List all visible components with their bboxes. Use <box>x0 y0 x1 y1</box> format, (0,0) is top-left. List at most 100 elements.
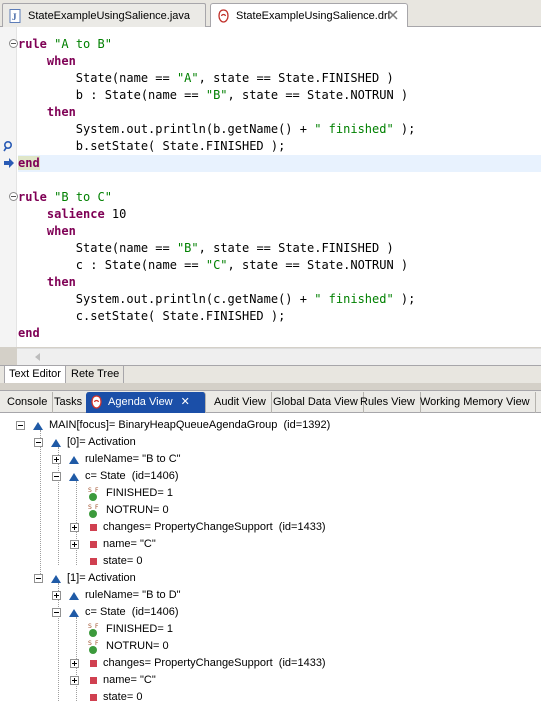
editor-page-tabs: Text Editor Rete Tree <box>0 365 541 384</box>
node-label: ruleName= "B to D" <box>85 589 181 601</box>
static-final-field-icon: SF <box>88 504 99 518</box>
code-line: b : State(name == "B", state == State.NO… <box>75 88 409 102</box>
code-line: b.setState( State.FINISHED ); <box>75 139 286 153</box>
node-label: NOTRUN= 0 <box>106 640 169 652</box>
node-label: c= State (id=1406) <box>85 606 179 618</box>
tab-drl-label: StateExampleUsingSalience.drl <box>236 9 391 22</box>
tree-node-statefield[interactable]: state= 0 <box>90 689 142 706</box>
collapse-toggle[interactable] <box>16 421 25 430</box>
private-field-icon <box>90 541 97 548</box>
node-label: changes= PropertyChangeSupport (id=1433) <box>103 657 326 669</box>
tree-node-state[interactable]: c= State (id=1406) <box>52 468 179 485</box>
java-file-icon: J <box>9 8 21 23</box>
activation-icon <box>51 574 61 583</box>
expand-toggle[interactable] <box>70 676 79 685</box>
tab-tasks[interactable]: Tasks <box>49 392 89 413</box>
expand-toggle[interactable] <box>52 591 61 600</box>
field-icon <box>69 455 79 464</box>
fold-toggle[interactable] <box>9 39 18 48</box>
tree-node-state[interactable]: c= State (id=1406) <box>52 604 179 621</box>
tree-node-changes[interactable]: changes= PropertyChangeSupport (id=1433) <box>70 655 326 672</box>
private-field-icon <box>90 558 97 565</box>
svg-text:F: F <box>95 487 99 494</box>
static-final-field-icon: SF <box>88 487 99 501</box>
node-label: name= "C" <box>103 674 156 686</box>
tree-node-changes[interactable]: changes= PropertyChangeSupport (id=1433) <box>70 519 326 536</box>
svg-text:S: S <box>88 623 92 630</box>
tree-node-statefield[interactable]: state= 0 <box>90 553 142 570</box>
field-icon <box>69 591 79 600</box>
code-editor[interactable]: rule "A to B" when State(name == "A", st… <box>0 27 541 347</box>
svg-text:S: S <box>88 504 92 511</box>
node-label: state= 0 <box>103 691 143 703</box>
field-icon <box>69 608 79 617</box>
tree-node-notrun[interactable]: S F NOTRUN= 0 <box>88 502 169 519</box>
tree-node-rulename[interactable]: ruleName= "B to C" <box>52 451 181 468</box>
svg-text:J: J <box>12 12 17 22</box>
code-line: State(name == "B", state == State.FINISH… <box>75 241 394 255</box>
breakpoint-icon[interactable] <box>3 140 15 152</box>
collapse-toggle[interactable] <box>34 438 43 447</box>
node-label: MAIN[focus]= BinaryHeapQueueAgendaGroup … <box>49 419 331 431</box>
tree-node-rulename[interactable]: ruleName= "B to D" <box>52 587 181 604</box>
tree-node-activation-1[interactable]: [1]= Activation <box>34 570 136 587</box>
drools-file-icon <box>218 8 229 23</box>
code-line: c : State(name == "C", state == State.NO… <box>75 258 409 272</box>
node-label: [1]= Activation <box>67 572 136 584</box>
tab-java-file[interactable]: J StateExampleUsingSalience.java <box>2 3 206 27</box>
code-line: end <box>18 326 40 340</box>
tree-node-finished[interactable]: S F FINISHED= 1 <box>88 485 173 502</box>
tree-node-name[interactable]: name= "C" <box>70 672 156 689</box>
horizontal-scrollbar[interactable] <box>17 348 541 365</box>
scroll-left-icon[interactable] <box>35 353 40 361</box>
tree-node-notrun[interactable]: S F NOTRUN= 0 <box>88 638 169 655</box>
agenda-tree[interactable]: MAIN[focus]= BinaryHeapQueueAgendaGroup … <box>0 413 541 711</box>
node-label: state= 0 <box>103 555 143 567</box>
code-line: State(name == "A", state == State.FINISH… <box>75 71 394 85</box>
private-field-icon <box>90 677 97 684</box>
tab-global-data-view[interactable]: Global Data View <box>268 392 364 413</box>
tab-java-label: StateExampleUsingSalience.java <box>28 9 191 22</box>
static-final-field-icon: SF <box>88 623 99 637</box>
agenda-view-icon <box>91 395 102 409</box>
agenda-group-icon <box>33 421 43 430</box>
expand-toggle[interactable] <box>70 659 79 668</box>
svg-text:F: F <box>95 623 99 630</box>
node-label: name= "C" <box>103 538 156 550</box>
editor-tab-bar: J StateExampleUsingSalience.java StateEx… <box>0 0 541 28</box>
tree-node-name[interactable]: name= "C" <box>70 536 156 553</box>
expand-toggle[interactable] <box>70 540 79 549</box>
code-line-current: end <box>18 155 541 172</box>
node-label: ruleName= "B to C" <box>85 453 181 465</box>
field-icon <box>69 472 79 481</box>
close-icon[interactable]: ✕ <box>181 396 190 408</box>
collapse-toggle[interactable] <box>52 608 61 617</box>
editor-ruler <box>0 27 17 347</box>
expand-toggle[interactable] <box>52 455 61 464</box>
node-label: [0]= Activation <box>67 436 136 448</box>
fold-toggle[interactable] <box>9 192 18 201</box>
close-icon[interactable] <box>387 9 399 21</box>
code-area[interactable]: rule "A to B" when State(name == "A", st… <box>9 36 541 342</box>
tree-node-finished[interactable]: S F FINISHED= 1 <box>88 621 173 638</box>
tree-node-root[interactable]: MAIN[focus]= BinaryHeapQueueAgendaGroup … <box>16 417 330 434</box>
collapse-toggle[interactable] <box>52 472 61 481</box>
tab-rete-tree[interactable]: Rete Tree <box>67 366 125 384</box>
code-line: when <box>46 54 76 68</box>
tab-console[interactable]: Console <box>2 392 54 413</box>
tree-guide <box>40 430 41 582</box>
tab-drl-file[interactable]: StateExampleUsingSalience.drl <box>210 3 408 28</box>
code-line: c.setState( State.FINISHED ); <box>75 309 286 323</box>
tree-node-activation-0[interactable]: [0]= Activation <box>34 434 136 451</box>
expand-toggle[interactable] <box>70 523 79 532</box>
code-line: System.out.println(b.getName() + " finis… <box>75 122 416 136</box>
tab-working-memory-view[interactable]: Working Memory View <box>415 392 536 413</box>
tab-rules-view[interactable]: Rules View <box>355 392 421 413</box>
tab-audit-view[interactable]: Audit View <box>209 392 272 413</box>
private-field-icon <box>90 694 97 701</box>
collapse-toggle[interactable] <box>34 574 43 583</box>
current-line-arrow-icon <box>4 158 14 168</box>
tab-agenda-view[interactable]: Agenda View ✕ <box>86 392 206 413</box>
tab-text-editor[interactable]: Text Editor <box>4 366 66 384</box>
